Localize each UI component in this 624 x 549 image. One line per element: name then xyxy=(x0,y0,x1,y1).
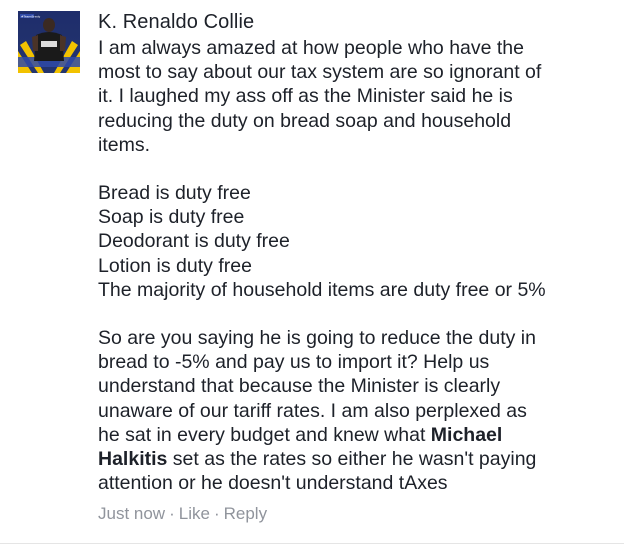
body-text-fragment: set as the rates so either he wasn't pay… xyxy=(167,448,537,471)
paragraph-1: I am always amazed at how people who hav… xyxy=(98,36,614,157)
body-line: items. xyxy=(98,133,151,156)
avatar-image: #TeamBrady xyxy=(18,11,80,73)
body-text-fragment: he sat in every budget and knew what xyxy=(98,423,431,446)
list-item: The majority of household items are duty… xyxy=(98,278,546,301)
body-line: I am always amazed at how people who hav… xyxy=(98,37,525,59)
list-item: Soap is duty free xyxy=(98,206,245,229)
author-name[interactable]: K. Renaldo Collie xyxy=(98,10,614,34)
comment-actions: Just now · Like · Reply xyxy=(98,503,267,525)
comment-content: K. Renaldo Collie I am always amazed at … xyxy=(98,10,614,495)
avatar[interactable]: #TeamBrady xyxy=(18,11,80,73)
avatar-tag: #TeamBrady xyxy=(21,14,40,18)
separator: · xyxy=(169,504,175,523)
body-line: he sat in every budget and knew what Mic… xyxy=(98,423,614,447)
body-line: bread to -5% and pay us to import it? He… xyxy=(98,351,490,374)
timestamp[interactable]: Just now xyxy=(98,504,165,523)
paragraph-3: So are you saying he is going to reduce … xyxy=(98,326,614,495)
list-item: Deodorant is duty free xyxy=(98,230,290,253)
body-line: Halkitis set as the rates so either he w… xyxy=(98,447,614,471)
body-line: So are you saying he is going to reduce … xyxy=(98,327,536,350)
body-line: attention or he doesn't understand tAxes xyxy=(98,472,448,495)
mention-halkitis[interactable]: Halkitis xyxy=(98,448,167,470)
comment: #TeamBrady K. Renaldo Collie I am always… xyxy=(0,0,624,549)
reply-button[interactable]: Reply xyxy=(224,504,267,523)
body-line: reducing the duty on bread soap and hous… xyxy=(98,109,512,132)
duty-list: Bread is duty free Soap is duty free Deo… xyxy=(98,181,614,302)
mention-michael[interactable]: Michael xyxy=(431,424,503,446)
list-item: Lotion is duty free xyxy=(98,254,252,277)
body-line: most to say about our tax system are so … xyxy=(98,61,542,84)
comment-body: I am always amazed at how people who hav… xyxy=(98,36,614,495)
divider xyxy=(0,543,624,544)
body-line: unaware of our tariff rates. I am also p… xyxy=(98,399,527,422)
body-line: understand that because the Minister is … xyxy=(98,375,501,398)
body-line: it. I laughed my ass off as the Minister… xyxy=(98,85,513,108)
like-button[interactable]: Like xyxy=(179,504,210,523)
separator: · xyxy=(213,504,220,523)
list-item: Bread is duty free xyxy=(98,182,251,205)
